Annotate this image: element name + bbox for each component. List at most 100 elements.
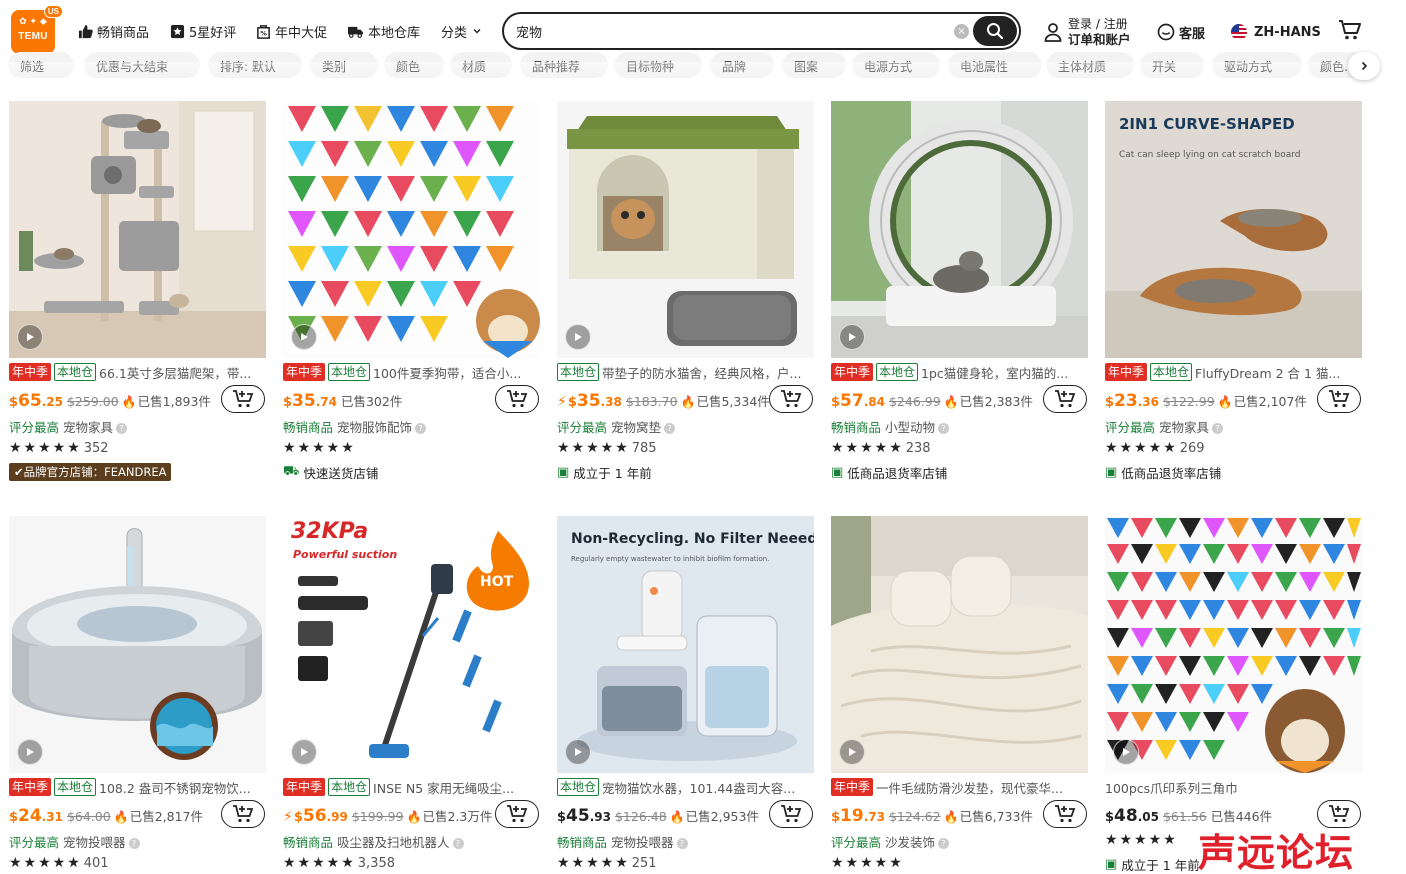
temu-logo[interactable]: ✿ ✦ ◆ TEMU US	[11, 5, 63, 54]
clear-search-icon[interactable]: ×	[954, 24, 969, 39]
flame-icon: 🔥	[113, 810, 129, 824]
price-row: ⚡ $56.99 $199.99 🔥 已售2.3万件	[283, 806, 492, 828]
language-selector[interactable]: ZH-HANS	[1230, 22, 1321, 42]
store-badge: ▣ 成立于 1 年前	[557, 465, 652, 481]
product-card[interactable]: Non-Recycling. No Filter Neeed Regularly…	[557, 516, 814, 874]
product-card[interactable]: 本地仓 带垫子的防水猫舍，经典风格，户... ⚡ $35.38 $183.70 …	[557, 101, 814, 481]
play-video-icon[interactable]	[565, 739, 591, 765]
rating-stars: ★★★★★	[283, 440, 356, 456]
current-price: $35.74	[283, 391, 337, 411]
add-to-cart-button[interactable]	[495, 800, 539, 828]
promo-tag: 年中季	[1105, 363, 1148, 381]
category-row: 评分最高 沙发装饰?	[831, 832, 950, 851]
add-to-cart-button[interactable]	[769, 385, 813, 413]
category-row: 畅销商品 吸尘器及扫地机器人?	[283, 832, 464, 851]
product-image[interactable]	[557, 101, 814, 358]
add-to-cart-button[interactable]	[1043, 385, 1087, 413]
current-price: $24.31	[9, 806, 63, 826]
search-input[interactable]	[516, 22, 936, 40]
original-price: $122.99	[1162, 394, 1215, 409]
add-to-cart-button[interactable]	[1043, 800, 1087, 828]
category-row: 评分最高 宠物家具?	[1105, 417, 1224, 436]
rating-stars: ★★★★★ 785	[557, 440, 657, 456]
nav-mid-year-sale[interactable]: % 年中大促	[256, 21, 327, 41]
sold-count: 已售5,334件	[696, 394, 770, 409]
product-image[interactable]	[283, 101, 540, 358]
play-video-icon[interactable]	[17, 324, 43, 350]
product-image[interactable]	[831, 101, 1088, 358]
product-card[interactable]: 年中季 本地仓 66.1英寸多层猫爬架，带... $65.25 $259.00 …	[9, 101, 266, 481]
play-video-icon[interactable]	[17, 739, 43, 765]
play-video-icon[interactable]	[291, 324, 317, 350]
nav-local-warehouse[interactable]: 本地仓库	[347, 21, 420, 41]
price-row: $24.31 $64.00 🔥 已售2,817件	[9, 806, 203, 828]
add-to-cart-button[interactable]	[221, 800, 265, 828]
current-price: $35.38	[567, 391, 622, 411]
rating-stars: ★★★★★ 238	[831, 440, 931, 456]
play-video-icon[interactable]	[565, 324, 591, 350]
product-image[interactable]: Non-Recycling. No Filter Neeed Regularly…	[557, 516, 814, 773]
product-title[interactable]: 100件夏季狗带，适合小...	[373, 363, 521, 381]
product-title-row: 100pcs爪印系列三角巾	[1105, 778, 1362, 796]
product-title[interactable]: INSE N5 家用无绳吸尘...	[373, 778, 514, 796]
add-to-cart-button[interactable]	[495, 385, 539, 413]
product-card[interactable]: 年中季 一件毛绒防滑沙发垫，现代豪华... $19.73 $124.62 🔥 已售…	[831, 516, 1088, 874]
rating-stars: ★★★★★ 269	[1105, 440, 1205, 456]
add-to-cart-button[interactable]	[1317, 385, 1361, 413]
add-to-cart-button[interactable]	[769, 800, 813, 828]
add-to-cart-button[interactable]	[221, 385, 265, 413]
cart-button[interactable]	[1338, 20, 1362, 40]
flame-icon: 🔥	[669, 810, 685, 824]
rating-stars: ★★★★★ 3,358	[283, 855, 395, 871]
truck-icon	[348, 26, 363, 38]
account-menu[interactable]: 登录 / 注册 订单和账户	[1044, 16, 1131, 48]
original-price: $199.99	[351, 809, 404, 824]
current-price: $19.73	[831, 806, 885, 826]
product-card[interactable]: 年中季 本地仓 100件夏季狗带，适合小... $35.74 已售302件 畅销…	[283, 101, 540, 481]
filter-scroll-right-button[interactable]	[1348, 52, 1380, 80]
review-count: 352	[83, 441, 109, 456]
product-card[interactable]: 100pcs爪印系列三角巾 $48.05 $61.56 已售446件 ★★★★★…	[1105, 516, 1362, 874]
product-title[interactable]: 宠物猫饮水器，101.44盎司大容...	[602, 778, 795, 796]
product-image[interactable]	[9, 101, 266, 358]
product-card[interactable]: 年中季 本地仓 1pc猫健身轮，室内猫的... $57.84 $246.99 🔥…	[831, 101, 1088, 481]
product-card[interactable]: 年中季 本地仓 108.2 盎司不锈钢宠物饮... $24.31 $64.00 …	[9, 516, 266, 874]
info-icon: ?	[452, 838, 464, 849]
product-title[interactable]: 一件毛绒防滑沙发垫，现代豪华...	[876, 778, 1063, 796]
play-video-icon[interactable]	[291, 739, 317, 765]
original-price: $259.00	[66, 394, 119, 409]
product-image[interactable]: 32KPa Powerful suction HOT	[283, 516, 540, 773]
review-count: 785	[631, 441, 657, 456]
customer-support[interactable]: 客服	[1157, 22, 1205, 42]
product-title[interactable]: 108.2 盎司不锈钢宠物饮...	[99, 778, 251, 796]
product-image[interactable]	[1105, 516, 1362, 773]
nav-bestsellers[interactable]: 畅销商品	[78, 21, 149, 41]
current-price: $56.99	[293, 806, 348, 826]
search-button[interactable]	[973, 16, 1017, 46]
play-video-icon[interactable]	[1113, 739, 1139, 765]
product-title[interactable]: 66.1英寸多层猫爬架，带...	[99, 363, 251, 381]
flame-icon: 🔥	[406, 810, 422, 824]
product-title[interactable]: FluffyDream 2 合 1 猫...	[1195, 363, 1340, 381]
nav-five-star[interactable]: 5星好评	[170, 21, 236, 41]
add-cart-icon	[781, 390, 802, 408]
product-title[interactable]: 1pc猫健身轮，室内猫的...	[921, 363, 1068, 381]
original-price: $183.70	[625, 394, 678, 409]
play-video-icon[interactable]	[839, 739, 865, 765]
sold-count: 已售2,953件	[685, 809, 759, 824]
product-image[interactable]	[9, 516, 266, 773]
product-title-row: 本地仓 带垫子的防水猫舍，经典风格，户...	[557, 363, 814, 381]
search-icon	[987, 23, 1004, 40]
product-title[interactable]: 100pcs爪印系列三角巾	[1105, 778, 1238, 796]
nav-categories[interactable]: 分类	[441, 21, 487, 41]
product-image[interactable]: 2IN1 CURVE-SHAPED Cat can sleep lying on…	[1105, 101, 1362, 358]
product-card[interactable]: 32KPa Powerful suction HOT 年中季 本地仓 INSE …	[283, 516, 540, 874]
product-card[interactable]: 2IN1 CURVE-SHAPED Cat can sleep lying on…	[1105, 101, 1362, 481]
play-video-icon[interactable]	[839, 324, 865, 350]
product-image[interactable]	[831, 516, 1088, 773]
category-row: 评分最高 宠物窝垫?	[557, 417, 676, 436]
product-title[interactable]: 带垫子的防水猫舍，经典风格，户...	[602, 363, 801, 381]
return-icon: ▣	[1105, 465, 1118, 480]
sold-count: 已售2.3万件	[422, 809, 493, 824]
original-price: $246.99	[888, 394, 941, 409]
